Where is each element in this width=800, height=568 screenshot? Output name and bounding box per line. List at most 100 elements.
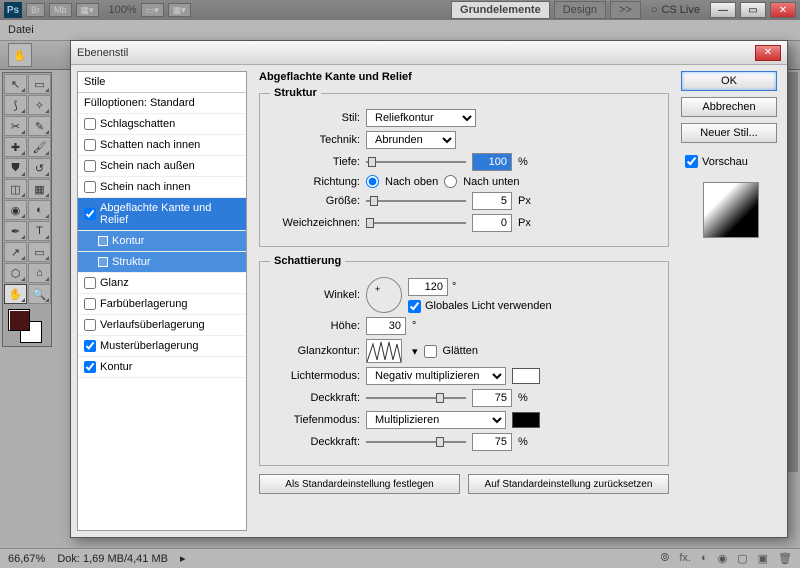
- tiefe-input[interactable]: [472, 153, 512, 171]
- style-schein-aussen[interactable]: Schein nach außen: [78, 156, 246, 177]
- eraser-tool[interactable]: ◫: [4, 179, 27, 199]
- weich-input[interactable]: [472, 214, 512, 232]
- pen-tool[interactable]: ✒: [4, 221, 27, 241]
- checkbox-schlagschatten[interactable]: [84, 118, 96, 130]
- status-adjust-icon[interactable]: ◉: [718, 552, 728, 565]
- style-sub-kontur[interactable]: Kontur: [78, 231, 246, 252]
- checkbox-schein-aussen[interactable]: [84, 160, 96, 172]
- groesse-slider[interactable]: [366, 194, 466, 208]
- panel-dock[interactable]: [788, 72, 798, 472]
- status-trash-icon[interactable]: 🗑: [778, 552, 792, 565]
- deckkraft2-input[interactable]: [472, 433, 512, 451]
- style-glanz[interactable]: Glanz: [78, 273, 246, 294]
- path-tool[interactable]: ↗: [4, 242, 27, 262]
- groesse-input[interactable]: [472, 192, 512, 210]
- cslive-button[interactable]: CS Live: [645, 4, 706, 16]
- dodge-tool[interactable]: ◐: [28, 200, 51, 220]
- blur-tool[interactable]: ◉: [4, 200, 27, 220]
- arrange-button[interactable]: ▭▾: [141, 3, 164, 17]
- wand-tool[interactable]: ✧: [28, 95, 51, 115]
- zoom-tool[interactable]: 🔍: [28, 284, 51, 304]
- status-doc[interactable]: Dok: 1,69 MB/4,41 MB: [57, 553, 168, 565]
- checkbox-schatten-innen[interactable]: [84, 139, 96, 151]
- style-abgeflachte[interactable]: Abgeflachte Kante und Relief: [78, 198, 246, 231]
- style-kontur[interactable]: Kontur: [78, 357, 246, 378]
- status-fx-icon[interactable]: fx.: [679, 552, 691, 565]
- type-tool[interactable]: T: [28, 221, 51, 241]
- checkbox-verlaufsueberlagerung[interactable]: [84, 319, 96, 331]
- shape-tool[interactable]: ▭: [28, 242, 51, 262]
- glaetten-checkbox[interactable]: [424, 345, 437, 358]
- checkbox-musterueberlagerung[interactable]: [84, 340, 96, 352]
- checkbox-schein-innen[interactable]: [84, 181, 96, 193]
- style-schatten-innen[interactable]: Schatten nach innen: [78, 135, 246, 156]
- checkbox-glanz[interactable]: [84, 277, 96, 289]
- tiefe-slider[interactable]: [366, 155, 466, 169]
- glanzkontur-picker[interactable]: [366, 339, 402, 363]
- lasso-tool[interactable]: ⟆: [4, 95, 27, 115]
- foreground-swatch[interactable]: [8, 309, 30, 331]
- dialog-titlebar[interactable]: Ebenenstil ✕: [71, 41, 787, 65]
- style-musterueberlagerung[interactable]: Musterüberlagerung: [78, 336, 246, 357]
- status-new-icon[interactable]: ▣: [758, 552, 768, 565]
- move-tool[interactable]: ↖: [4, 74, 27, 94]
- style-verlaufsueberlagerung[interactable]: Verlaufsüberlagerung: [78, 315, 246, 336]
- status-mask-icon[interactable]: ◐: [701, 552, 708, 565]
- status-link-icon[interactable]: ⦾: [661, 552, 670, 565]
- deckkraft1-input[interactable]: [472, 389, 512, 407]
- hoehe-input[interactable]: [366, 317, 406, 335]
- style-sub-struktur[interactable]: Struktur: [78, 252, 246, 273]
- checkbox-farbueberlagerung[interactable]: [84, 298, 96, 310]
- new-style-button[interactable]: Neuer Stil...: [681, 123, 777, 143]
- status-folder-icon[interactable]: ▢: [737, 552, 747, 565]
- hand-tool-icon[interactable]: ✋: [8, 43, 32, 67]
- richtung-down-radio[interactable]: [444, 175, 457, 188]
- highlight-color-swatch[interactable]: [512, 368, 540, 384]
- weich-slider[interactable]: [366, 216, 466, 230]
- angle-dial[interactable]: [366, 277, 402, 313]
- checkbox-abgeflachte[interactable]: [84, 208, 96, 220]
- gradient-tool[interactable]: ▦: [28, 179, 51, 199]
- style-schlagschatten[interactable]: Schlagschatten: [78, 114, 246, 135]
- maximize-button[interactable]: ▭: [740, 2, 766, 18]
- workspace-design[interactable]: Design: [554, 1, 606, 19]
- brush-tool[interactable]: 🖌: [28, 137, 51, 157]
- 3d-tool[interactable]: ⬡: [4, 263, 27, 283]
- cancel-button[interactable]: Abbrechen: [681, 97, 777, 117]
- stil-select[interactable]: Reliefkontur: [366, 109, 476, 127]
- style-schein-innen[interactable]: Schein nach innen: [78, 177, 246, 198]
- preview-checkbox[interactable]: [685, 155, 698, 168]
- ok-button[interactable]: OK: [681, 71, 777, 91]
- tiefenmodus-select[interactable]: Multiplizieren: [366, 411, 506, 429]
- shadow-color-swatch[interactable]: [512, 412, 540, 428]
- zoom-readout[interactable]: 100%: [109, 4, 137, 16]
- minimize-button[interactable]: —: [710, 2, 736, 18]
- bridge-button[interactable]: Br: [26, 3, 45, 17]
- dialog-close-button[interactable]: ✕: [755, 45, 781, 61]
- color-swatches[interactable]: [4, 305, 51, 345]
- stamp-tool[interactable]: ⛊: [4, 158, 27, 178]
- workspace-more[interactable]: >>: [610, 1, 641, 19]
- workspace-grundelemente[interactable]: Grundelemente: [451, 1, 550, 19]
- healing-tool[interactable]: ✚: [4, 137, 27, 157]
- menu-datei[interactable]: Datei: [8, 24, 34, 36]
- extras-button[interactable]: ▦▾: [168, 3, 191, 17]
- lichtermodus-select[interactable]: Negativ multiplizieren: [366, 367, 506, 385]
- make-default-button[interactable]: Als Standardeinstellung festlegen: [259, 474, 460, 494]
- minibridge-button[interactable]: Mb: [49, 3, 72, 17]
- winkel-input[interactable]: [408, 278, 448, 296]
- hand-tool[interactable]: ✋: [4, 284, 27, 304]
- checkbox-kontur[interactable]: [84, 361, 96, 373]
- marquee-tool[interactable]: ▭: [28, 74, 51, 94]
- reset-default-button[interactable]: Auf Standardeinstellung zurücksetzen: [468, 474, 669, 494]
- styles-header[interactable]: Stile: [78, 72, 246, 93]
- camera-tool[interactable]: ⌂: [28, 263, 51, 283]
- close-button[interactable]: ✕: [770, 2, 796, 18]
- style-farbueberlagerung[interactable]: Farbüberlagerung: [78, 294, 246, 315]
- eyedropper-tool[interactable]: ✎: [28, 116, 51, 136]
- deckkraft1-slider[interactable]: [366, 391, 466, 405]
- screen-mode-button[interactable]: ▦▾: [76, 3, 99, 17]
- fill-options-row[interactable]: Fülloptionen: Standard: [78, 93, 246, 114]
- deckkraft2-slider[interactable]: [366, 435, 466, 449]
- global-light-checkbox[interactable]: [408, 300, 421, 313]
